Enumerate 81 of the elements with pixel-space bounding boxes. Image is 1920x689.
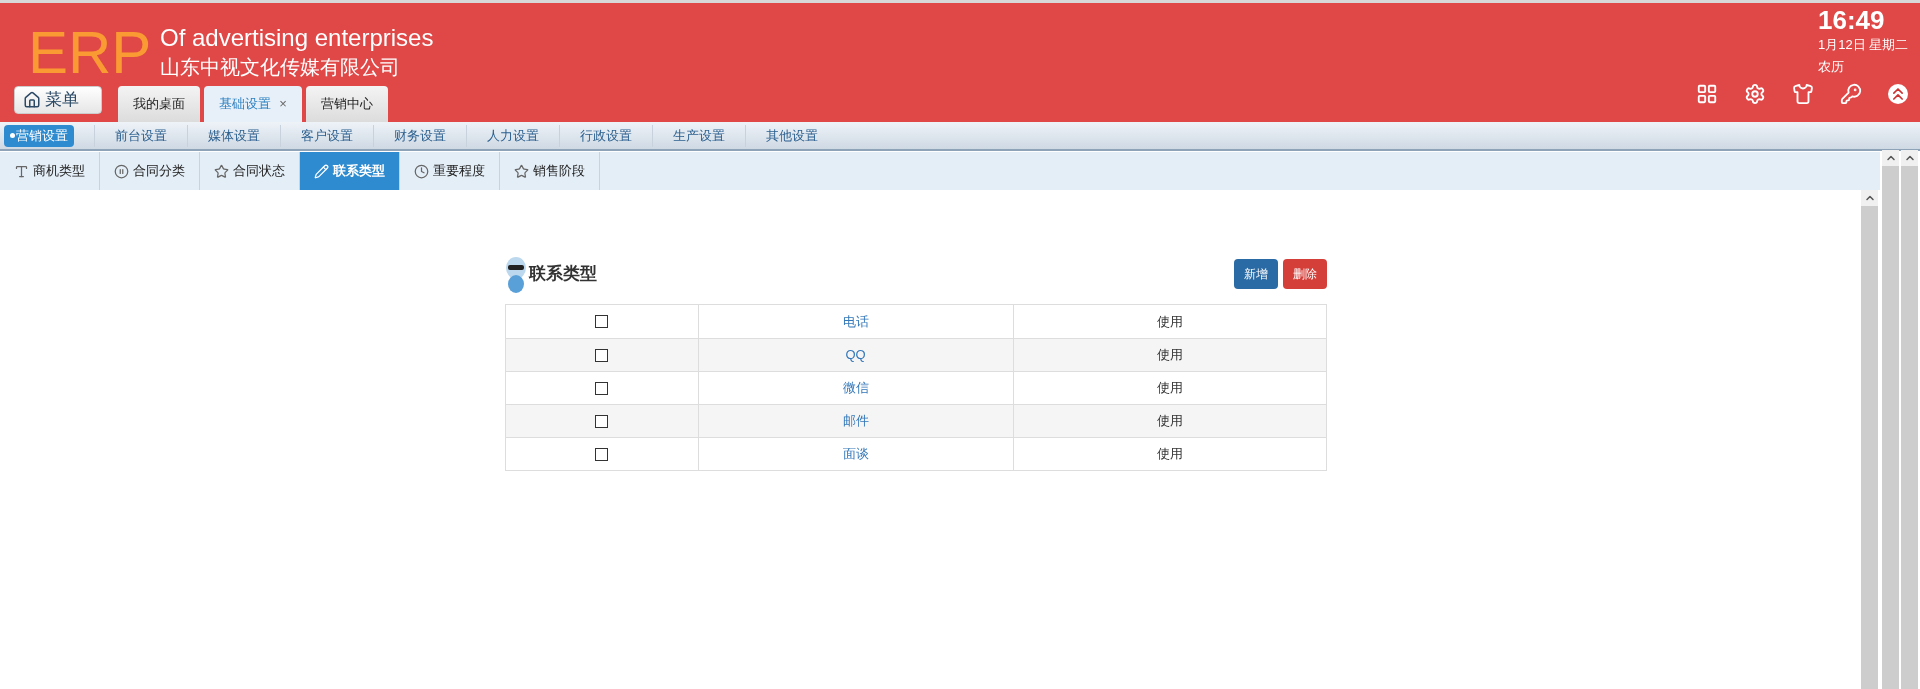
type-name-link[interactable]: 微信 [842, 378, 869, 398]
nav-label: 行政设置 [580, 126, 632, 145]
scrollbar-thumb[interactable] [1901, 166, 1918, 689]
menu-button[interactable]: 菜单 [14, 86, 102, 114]
subtab-label: 合同状态 [233, 162, 285, 181]
nav-label: 财务设置 [394, 126, 446, 145]
star-icon [514, 163, 529, 179]
subtab[interactable]: 销售阶段 [500, 152, 600, 190]
clock-icon [414, 163, 429, 179]
collapse-icon[interactable] [1888, 84, 1908, 104]
subtab[interactable]: 商机类型 [0, 152, 100, 190]
nav-label: 营销设置 [16, 126, 68, 145]
row-checkbox[interactable] [595, 381, 608, 395]
nav-label: 人力设置 [487, 126, 539, 145]
tab[interactable]: 我的桌面 [118, 86, 200, 122]
subtab-label: 合同分类 [133, 162, 185, 181]
mascot-icon [504, 254, 527, 294]
star-icon [214, 163, 229, 179]
scrollbar-thumb[interactable] [1882, 166, 1899, 689]
panel-title: 联系类型 [528, 263, 597, 286]
nav-label: 生产设置 [673, 126, 725, 145]
erp-logo: ERP [28, 23, 153, 83]
tab-label: 基础设置 [219, 95, 272, 114]
type-name-link[interactable]: 电话 [842, 311, 869, 332]
pause-icon [114, 163, 129, 179]
tab-label: 我的桌面 [133, 95, 185, 114]
shirt-icon[interactable] [1792, 83, 1814, 105]
nav-label: 客户设置 [301, 126, 353, 145]
type-name-link[interactable]: QQ [845, 345, 866, 365]
delete-button[interactable]: 删除 [1282, 259, 1327, 289]
type-name-link[interactable]: 邮件 [842, 411, 869, 431]
subtab-label: 销售阶段 [533, 162, 585, 181]
status-text: 使用 [1156, 445, 1183, 464]
nav-item[interactable]: 营销设置 [4, 124, 74, 147]
nav-label: 其他设置 [766, 126, 818, 145]
tab-close-button[interactable]: × [279, 94, 287, 114]
scroll-up-button[interactable] [1882, 150, 1899, 166]
row-checkbox[interactable] [595, 348, 608, 362]
app-title: Of advertising enterprises [160, 23, 434, 53]
add-widget-icon[interactable] [1696, 83, 1718, 105]
subtab-label: 重要程度 [433, 162, 485, 181]
subtab-label: 联系类型 [333, 162, 385, 181]
settings-icon[interactable] [1744, 83, 1766, 105]
type-name-link[interactable]: 面谈 [842, 444, 869, 464]
clock-time: 16:49 [1818, 5, 1886, 35]
subtab[interactable]: 合同分类 [100, 152, 200, 190]
add-button[interactable]: 新增 [1233, 259, 1278, 289]
nav-item[interactable]: 前台设置 [94, 124, 187, 147]
nav-item[interactable]: 客户设置 [280, 124, 373, 147]
letter-icon [14, 163, 29, 179]
scrollbar-thumb[interactable] [1861, 206, 1878, 689]
subtab[interactable]: 重要程度 [400, 152, 500, 190]
nav-item[interactable]: 行政设置 [559, 124, 652, 147]
tab-label: 营销中心 [321, 95, 373, 114]
status-text: 使用 [1156, 346, 1183, 365]
subtab[interactable]: 联系类型 [300, 152, 400, 190]
clock-date: 1月12日 星期二 [1818, 36, 1910, 54]
bullet-icon [10, 133, 15, 138]
tab[interactable]: 营销中心 [306, 86, 388, 122]
key-icon[interactable] [1840, 83, 1862, 105]
subtab-label: 商机类型 [33, 162, 85, 181]
status-text: 使用 [1156, 312, 1183, 331]
nav-label: 前台设置 [115, 126, 167, 145]
nav-item[interactable]: 其他设置 [745, 124, 838, 147]
status-text: 使用 [1156, 379, 1183, 398]
home-icon [23, 91, 41, 109]
nav-item[interactable]: 财务设置 [373, 124, 466, 147]
nav-item[interactable]: 人力设置 [466, 124, 559, 147]
pencil-icon [314, 163, 329, 179]
nav-label: 媒体设置 [208, 126, 260, 145]
company-name: 山东中视文化传媒有限公司 [160, 55, 401, 80]
tab[interactable]: 基础设置 × [204, 86, 302, 122]
scroll-up-button[interactable] [1901, 150, 1918, 166]
status-text: 使用 [1156, 412, 1183, 431]
nav-item[interactable]: 媒体设置 [187, 124, 280, 147]
scroll-up-button[interactable] [1861, 190, 1878, 206]
nav-item[interactable]: 生产设置 [652, 124, 745, 147]
row-checkbox[interactable] [595, 414, 608, 428]
row-checkbox[interactable] [595, 447, 608, 461]
row-checkbox[interactable] [595, 315, 608, 328]
lunar-date: 农历 [1818, 58, 1845, 76]
